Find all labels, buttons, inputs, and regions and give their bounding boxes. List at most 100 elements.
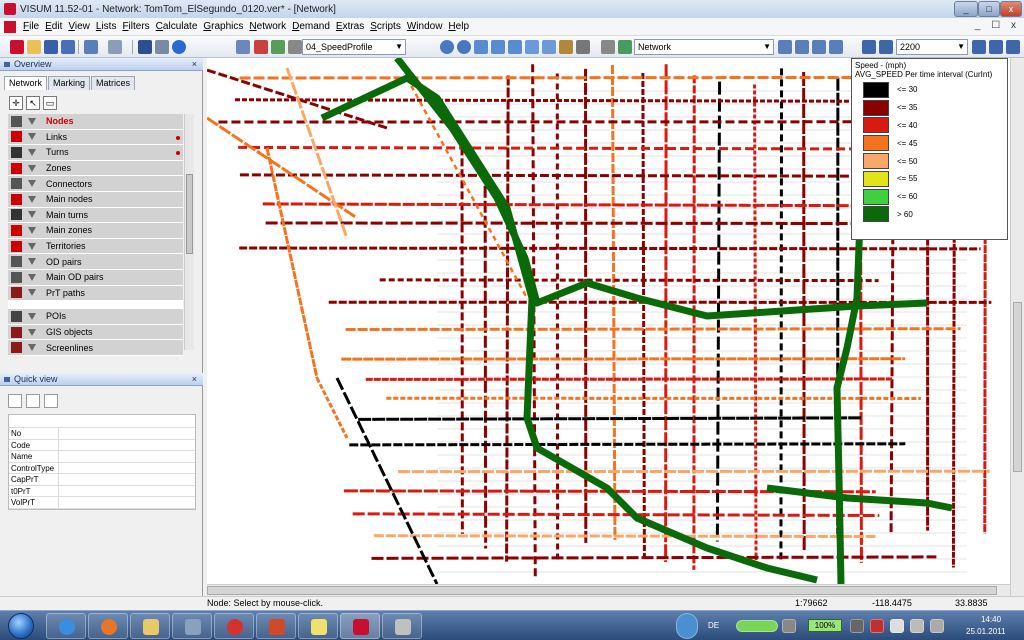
layer-item[interactable]: Main turns — [8, 207, 183, 224]
link-segment[interactable] — [239, 246, 981, 251]
menu-extras[interactable]: Extras — [333, 21, 367, 32]
clock-time[interactable]: 14:40 — [981, 615, 1001, 624]
step-forward-icon[interactable] — [989, 40, 1003, 54]
filter-icon[interactable] — [28, 180, 36, 188]
tray-icon[interactable] — [850, 619, 864, 633]
undo-icon[interactable] — [84, 40, 98, 54]
graphic-params-icon[interactable] — [254, 40, 268, 54]
menu-calculate[interactable]: Calculate — [153, 21, 201, 32]
link-segment[interactable] — [335, 377, 439, 584]
window-tile-icon[interactable] — [778, 40, 792, 54]
language-indicator[interactable]: DE — [708, 621, 719, 630]
layer-item[interactable]: Main OD pairs — [8, 269, 183, 286]
scroll-thumb[interactable] — [207, 586, 997, 595]
first-interval-icon[interactable] — [879, 40, 893, 54]
menu-help[interactable]: Help — [445, 21, 472, 32]
tray-action-icon[interactable] — [890, 619, 904, 633]
step-back-icon[interactable] — [862, 40, 876, 54]
quickview-row[interactable]: Name — [9, 451, 195, 463]
quickview-row[interactable]: t0PrT — [9, 485, 195, 497]
list-view-icon[interactable] — [236, 40, 250, 54]
layer-item[interactable]: PrT paths — [8, 285, 183, 302]
filter-icon[interactable] — [28, 344, 36, 352]
move-icon[interactable]: ✛ — [9, 96, 23, 110]
link-segment[interactable] — [285, 67, 349, 239]
quickview-paste-icon[interactable] — [44, 394, 58, 408]
tray-alert-icon[interactable] — [870, 619, 884, 633]
graphic-profile-select[interactable]: 04_SpeedProfile ▼ — [302, 39, 406, 55]
menu-demand[interactable]: Demand — [289, 21, 333, 32]
zoom-out-icon[interactable] — [457, 40, 471, 54]
layer-item[interactable]: Connectors — [8, 176, 183, 192]
filter-icon[interactable] — [28, 226, 36, 234]
quickview-row[interactable]: No — [9, 428, 195, 440]
edit-icon[interactable] — [559, 40, 573, 54]
refresh-icon[interactable] — [542, 40, 556, 54]
layer-item[interactable]: Main nodes — [8, 191, 183, 208]
maximize-button[interactable]: □ — [978, 1, 1000, 17]
quickview-row[interactable]: CapPrT — [9, 474, 195, 486]
taskbar-office[interactable] — [172, 613, 212, 639]
minimize-button[interactable]: _ — [954, 1, 978, 17]
filter-icon[interactable] — [288, 40, 302, 54]
pin-icon[interactable] — [4, 377, 10, 382]
time-interval-select[interactable]: 2200 ▼ — [896, 39, 968, 55]
menu-scripts[interactable]: Scripts — [367, 21, 404, 32]
filter-icon[interactable] — [28, 312, 36, 320]
link-segment[interactable] — [664, 64, 668, 563]
quickview-edit-icon[interactable] — [8, 394, 22, 408]
network-mode-icon[interactable] — [618, 40, 632, 54]
tab-matrices[interactable]: Matrices — [91, 76, 136, 90]
link-segment[interactable] — [352, 512, 880, 517]
filter-icon[interactable] — [28, 289, 36, 297]
quickview-copy-icon[interactable] — [26, 394, 40, 408]
taskbar-ie[interactable] — [46, 613, 86, 639]
freeway-i105[interactable] — [394, 58, 928, 320]
network-mode-select[interactable]: Network ▼ — [634, 39, 774, 55]
filter-icon[interactable] — [28, 328, 36, 336]
layer-item[interactable]: OD pairs — [8, 254, 183, 270]
link-segment[interactable] — [238, 145, 874, 151]
clock-date[interactable]: 25.01.2011 — [966, 627, 1005, 636]
link-segment[interactable] — [373, 534, 876, 539]
close-panel-icon[interactable]: × — [192, 58, 197, 71]
menu-graphics[interactable]: Graphics — [200, 21, 246, 32]
layer-item[interactable]: Nodes — [8, 114, 183, 130]
network-tray-icon[interactable] — [782, 619, 796, 633]
close-panel-icon[interactable]: × — [192, 373, 197, 386]
new-file-icon[interactable] — [10, 40, 24, 54]
layer-item[interactable]: Screenlines — [8, 340, 183, 356]
link-segment[interactable] — [265, 221, 935, 226]
taskbar-app[interactable] — [382, 613, 422, 639]
quickview-row[interactable]: ControlType — [9, 462, 195, 474]
taskbar-notes[interactable] — [298, 613, 338, 639]
zoom-extent-icon[interactable] — [508, 40, 522, 54]
menu-network[interactable]: Network — [246, 21, 289, 32]
print-icon[interactable] — [155, 40, 169, 54]
last-interval-icon[interactable] — [972, 40, 986, 54]
open-folder-icon[interactable] — [27, 40, 41, 54]
quickview-row[interactable]: Code — [9, 439, 195, 451]
tray-monitor-icon[interactable] — [910, 619, 924, 633]
taskbar-itunes[interactable] — [214, 613, 254, 639]
link-segment[interactable] — [349, 442, 906, 447]
pan-back-icon[interactable] — [474, 40, 488, 54]
map-vertical-scrollbar[interactable] — [1010, 58, 1024, 596]
link-segment[interactable] — [371, 555, 937, 560]
layer-item[interactable]: Zones — [8, 160, 183, 177]
link-segment[interactable] — [234, 98, 868, 103]
filter-icon[interactable] — [28, 273, 36, 281]
filter-icon[interactable] — [28, 148, 36, 156]
menu-lists[interactable]: Lists — [93, 21, 120, 32]
layers-icon[interactable] — [576, 40, 590, 54]
battery-indicator[interactable]: 100% — [808, 619, 842, 632]
filter-icon[interactable] — [28, 133, 36, 141]
close-button[interactable]: x — [1000, 1, 1022, 17]
taskbar-progress-pill[interactable] — [736, 620, 778, 632]
play-icon[interactable] — [1006, 40, 1020, 54]
menu-window[interactable]: Window — [404, 21, 446, 32]
layer-item[interactable]: Links — [8, 129, 183, 146]
filter-icon[interactable] — [28, 242, 36, 250]
select-rect-icon[interactable]: ▭ — [43, 96, 57, 110]
pan-forward-icon[interactable] — [491, 40, 505, 54]
